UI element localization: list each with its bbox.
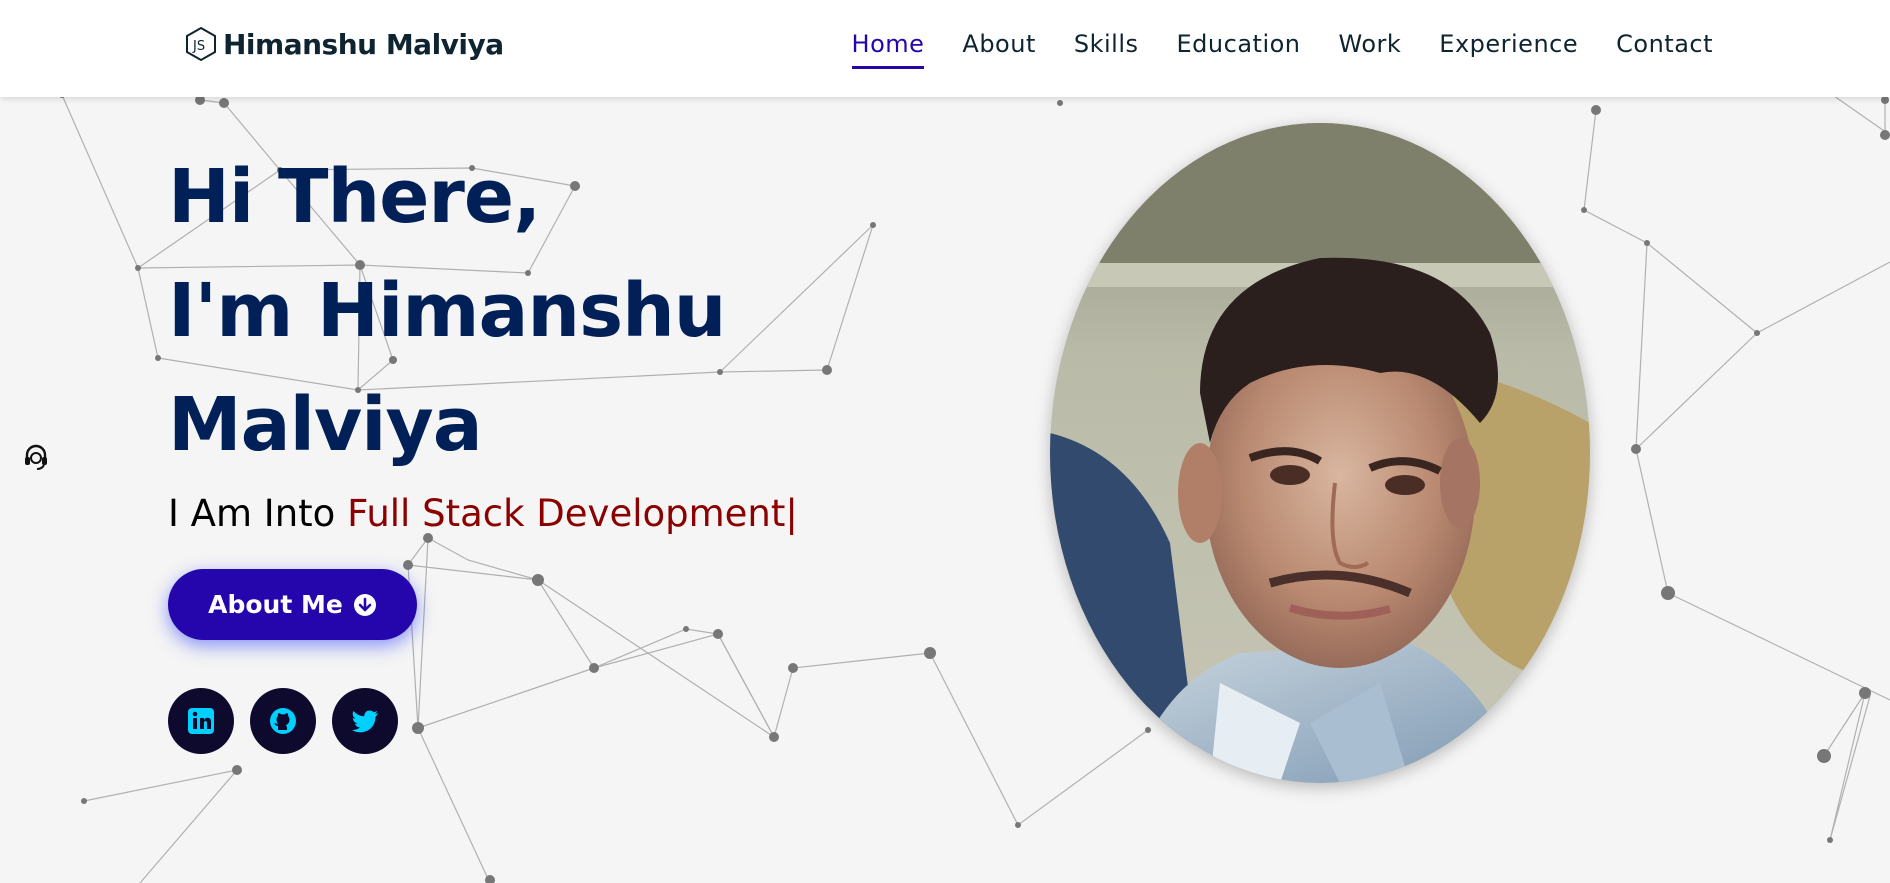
nav-skills[interactable]: Skills bbox=[1074, 30, 1139, 69]
main-nav: Home About Skills Education Work Experie… bbox=[851, 30, 1713, 69]
linkedin-icon bbox=[188, 708, 214, 734]
social-links bbox=[168, 688, 798, 754]
nav-work[interactable]: Work bbox=[1339, 30, 1402, 69]
linkedin-link[interactable] bbox=[168, 688, 234, 754]
about-me-button[interactable]: About Me bbox=[168, 569, 417, 640]
nodejs-icon: JS bbox=[186, 26, 216, 62]
github-icon bbox=[270, 708, 296, 734]
about-me-label: About Me bbox=[208, 590, 343, 619]
nav-home[interactable]: Home bbox=[851, 30, 925, 69]
profile-photo-image bbox=[1050, 123, 1590, 783]
github-link[interactable] bbox=[250, 688, 316, 754]
arrow-down-circle-icon bbox=[353, 593, 376, 616]
typed-prefix: I Am Into bbox=[168, 492, 348, 535]
site-logo[interactable]: JS Himanshu Malviya bbox=[185, 26, 504, 62]
twitter-icon bbox=[351, 710, 378, 733]
hero-greeting-line-3: Malviya bbox=[168, 382, 483, 468]
nav-education[interactable]: Education bbox=[1177, 30, 1301, 69]
nav-contact[interactable]: Contact bbox=[1616, 30, 1713, 69]
hero-greeting-line-2: I'm Himanshu bbox=[168, 268, 726, 354]
typed-role: Full Stack Development| bbox=[347, 492, 798, 535]
profile-photo bbox=[1050, 123, 1590, 783]
typed-text: I Am Into Full Stack Development| bbox=[168, 492, 798, 535]
twitter-link[interactable] bbox=[332, 688, 398, 754]
hero-section: Hi There, I'm Himanshu Malviya I Am Into… bbox=[168, 140, 798, 754]
headset-icon[interactable] bbox=[22, 443, 50, 471]
nav-about[interactable]: About bbox=[962, 30, 1035, 69]
logo-text: Himanshu Malviya bbox=[223, 27, 504, 61]
nav-experience[interactable]: Experience bbox=[1439, 30, 1578, 69]
top-navbar: JS Himanshu Malviya Home About Skills Ed… bbox=[0, 0, 1890, 97]
svg-text:JS: JS bbox=[192, 39, 205, 54]
hero-greeting-line-1: Hi There, bbox=[168, 154, 541, 240]
